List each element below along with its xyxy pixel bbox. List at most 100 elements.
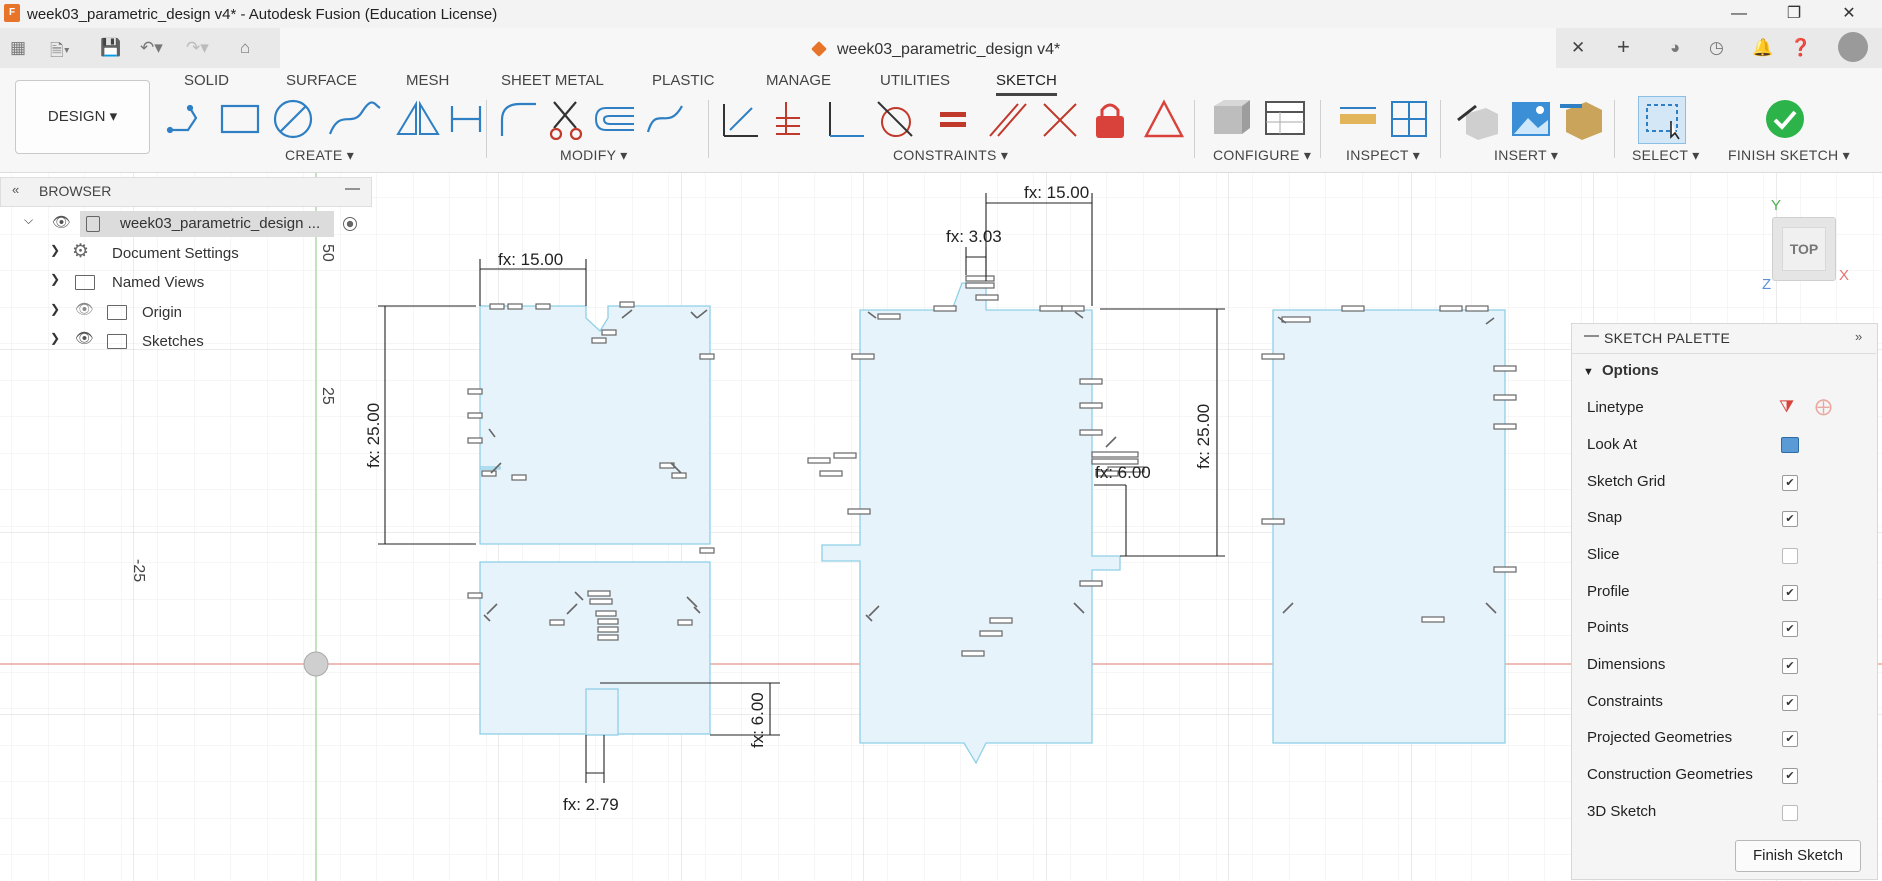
- constraints-checkbox[interactable]: ✔: [1782, 695, 1798, 711]
- palette-row-construction-geometries: Construction Geometries: [1587, 766, 1753, 783]
- minimize-icon[interactable]: —: [1716, 0, 1762, 28]
- expand-chevron-icon[interactable]: ❯: [50, 302, 60, 316]
- new-tab-icon[interactable]: +: [1617, 34, 1630, 60]
- tab-sketch[interactable]: SKETCH: [996, 72, 1057, 96]
- insert-menu-label: INSERT: [1494, 147, 1547, 163]
- clock-icon[interactable]: ◷: [1709, 38, 1724, 58]
- redo-icon[interactable]: ↷▾: [186, 38, 209, 58]
- folder-icon: [107, 305, 127, 320]
- palette-collapse-icon[interactable]: —: [1584, 327, 1599, 344]
- expand-chevron-icon[interactable]: ❯: [50, 331, 60, 345]
- constraints-menu[interactable]: CONSTRAINTS ▾: [893, 147, 1008, 164]
- inspect-menu[interactable]: INSPECT ▾: [1346, 147, 1420, 164]
- equal-icon: [940, 112, 966, 127]
- palette-section-options[interactable]: Options: [1602, 362, 1659, 379]
- configure-menu[interactable]: CONFIGURE ▾: [1213, 147, 1311, 164]
- construction-geometries-checkbox[interactable]: ✔: [1782, 768, 1798, 784]
- configure-menu-label: CONFIGURE: [1213, 147, 1300, 163]
- create-menu[interactable]: CREATE ▾: [285, 147, 354, 164]
- section-chevron-down-icon[interactable]: ▼: [1583, 366, 1594, 378]
- modify-tools: [500, 101, 683, 140]
- divider: [708, 100, 709, 158]
- dimension-left-slot-width[interactable]: fx: 2.79: [563, 795, 619, 814]
- insert-menu[interactable]: INSERT ▾: [1494, 147, 1558, 164]
- modify-menu[interactable]: MODIFY ▾: [560, 147, 628, 164]
- constraints-menu-label: CONSTRAINTS: [893, 147, 997, 163]
- dimension-left-slot-depth[interactable]: fx: 6.00: [748, 692, 767, 748]
- dimension-mid-slot[interactable]: fx: 6.00: [1095, 463, 1151, 482]
- job-status-icon[interactable]: ◕: [1670, 38, 1680, 58]
- look-at-icon[interactable]: [1781, 437, 1799, 453]
- browser-item-origin[interactable]: Origin: [142, 304, 182, 321]
- document-tab-title[interactable]: week03_parametric_design v4*: [837, 41, 1060, 59]
- auto-constrain-icon: [723, 104, 758, 137]
- browser-item-document-settings[interactable]: Document Settings: [112, 245, 239, 262]
- folder-icon: [75, 275, 95, 290]
- help-icon[interactable]: ❓: [1790, 38, 1811, 58]
- expand-chevron-icon[interactable]: ❯: [50, 243, 60, 257]
- tab-manage[interactable]: MANAGE: [766, 72, 831, 89]
- palette-row-projected-geometries: Projected Geometries: [1587, 729, 1733, 746]
- sketch-grid-checkbox[interactable]: ✔: [1782, 475, 1798, 491]
- finish-sketch-check-icon[interactable]: [1766, 100, 1804, 138]
- palette-expand-icon[interactable]: »: [1855, 329, 1862, 344]
- tab-plastic[interactable]: PLASTIC: [652, 72, 715, 89]
- construction-linetype-icon[interactable]: ⧩: [1779, 397, 1794, 417]
- undo-icon[interactable]: ↶▾: [140, 38, 163, 58]
- minimize-browser-icon[interactable]: —: [345, 180, 360, 197]
- tab-mesh[interactable]: MESH: [406, 72, 449, 89]
- projected-geometries-checkbox[interactable]: ✔: [1782, 731, 1798, 747]
- expand-chevron-icon[interactable]: ❯: [50, 272, 60, 286]
- hidden-eye-icon[interactable]: 👁: [75, 300, 94, 318]
- tab-surface[interactable]: SURFACE: [286, 72, 357, 89]
- profile-checkbox[interactable]: ✔: [1782, 585, 1798, 601]
- activate-radio-icon[interactable]: [343, 217, 357, 231]
- coincident-icon: [776, 102, 800, 135]
- close-tab-icon[interactable]: ✕: [1571, 38, 1585, 58]
- browser-item-named-views[interactable]: Named Views: [112, 274, 204, 291]
- close-icon[interactable]: ✕: [1826, 0, 1872, 28]
- browser-item-sketches[interactable]: Sketches: [142, 333, 204, 350]
- points-checkbox[interactable]: ✔: [1782, 621, 1798, 637]
- view-cube-top-face[interactable]: TOP: [1782, 227, 1826, 271]
- dimensions-checkbox[interactable]: ✔: [1782, 658, 1798, 674]
- visibility-eye-icon[interactable]: 👁: [75, 329, 94, 347]
- configure-tools: [1214, 100, 1305, 135]
- finish-sketch-button[interactable]: Finish Sketch: [1735, 840, 1861, 872]
- select-menu[interactable]: SELECT ▾: [1632, 147, 1700, 164]
- select-menu-label: SELECT: [1632, 147, 1689, 163]
- project-tool-icon: [450, 106, 482, 132]
- tab-sheet-metal[interactable]: SHEET METAL: [501, 72, 604, 89]
- browser-root-label[interactable]: week03_parametric_design ...: [120, 215, 320, 232]
- slice-checkbox[interactable]: [1782, 548, 1798, 564]
- select-tool-button[interactable]: [1638, 96, 1686, 144]
- visibility-eye-icon[interactable]: 👁: [52, 213, 71, 231]
- axis-y-label: Y: [1771, 197, 1782, 214]
- expand-chevron-icon[interactable]: ⌵: [24, 213, 33, 228]
- dimension-left-height[interactable]: fx: 25.00: [364, 403, 383, 468]
- tab-utilities[interactable]: UTILITIES: [880, 72, 950, 89]
- dimension-mid-notch[interactable]: fx: 3.03: [946, 227, 1002, 246]
- 3d-sketch-checkbox[interactable]: [1782, 805, 1798, 821]
- avatar[interactable]: [1838, 32, 1868, 62]
- palette-row-linetype: Linetype: [1587, 399, 1644, 416]
- workspace-switcher-button[interactable]: DESIGN ▾: [15, 80, 150, 154]
- collapse-browser-icon[interactable]: «: [12, 182, 19, 197]
- maximize-icon[interactable]: ❐: [1771, 0, 1817, 28]
- snap-checkbox[interactable]: ✔: [1782, 511, 1798, 527]
- constraint-tools: [723, 99, 1184, 138]
- dimension-mid-width[interactable]: fx: 15.00: [1024, 183, 1089, 202]
- dimension-left-width[interactable]: fx: 15.00: [498, 250, 563, 269]
- centerline-linetype-icon[interactable]: ⨁: [1815, 397, 1832, 417]
- insert-tools: [1457, 102, 1602, 140]
- app-grid-icon[interactable]: ▦: [10, 38, 26, 58]
- home-icon[interactable]: ⌂: [240, 38, 250, 58]
- tab-solid[interactable]: SOLID: [184, 72, 229, 89]
- dimension-mid-height[interactable]: fx: 25.00: [1194, 404, 1213, 469]
- save-icon[interactable]: 💾: [100, 38, 121, 58]
- notification-bell-icon[interactable]: 🔔: [1752, 38, 1773, 58]
- origin-point-icon[interactable]: [303, 651, 329, 677]
- file-menu-icon[interactable]: 🗎▾: [50, 38, 70, 67]
- fix-lock-icon: [1096, 103, 1124, 138]
- finish-sketch-menu[interactable]: FINISH SKETCH ▾: [1728, 147, 1850, 164]
